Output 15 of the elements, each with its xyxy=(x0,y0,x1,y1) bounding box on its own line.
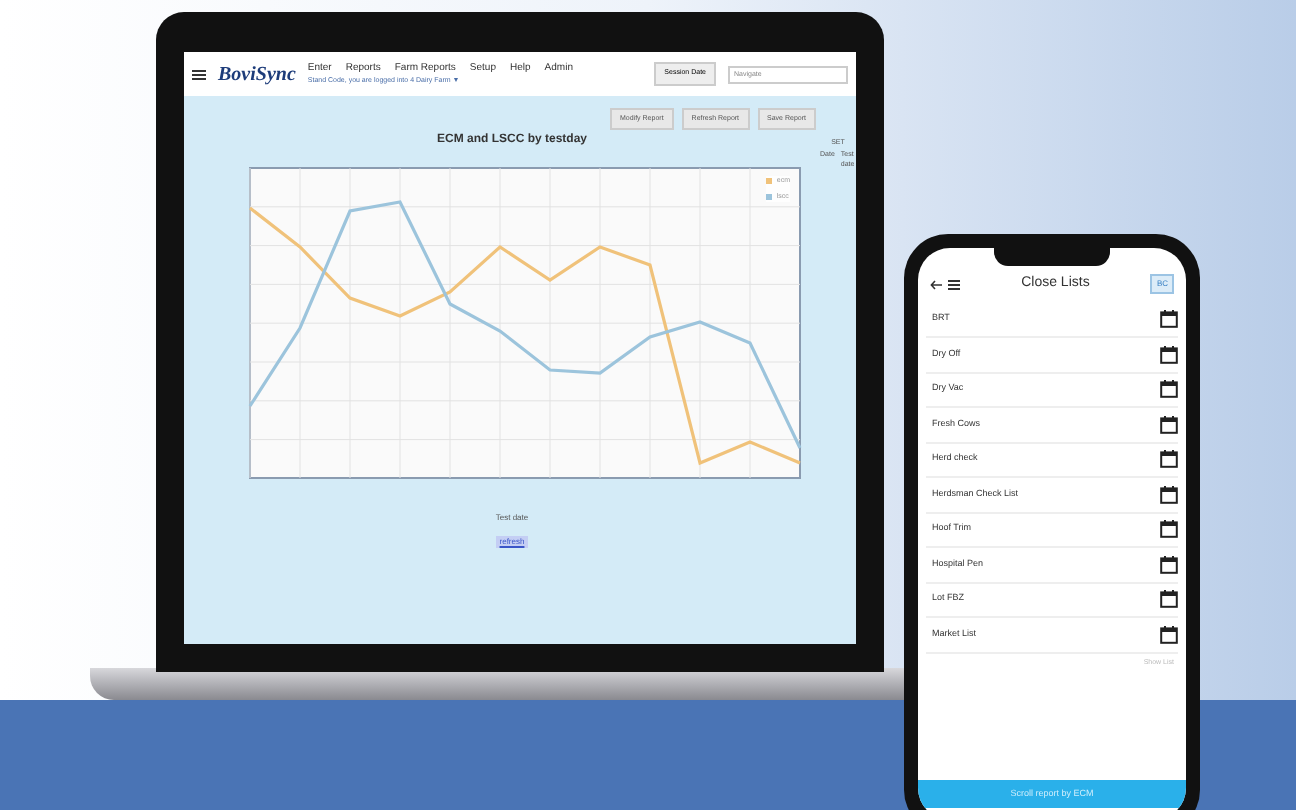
calendar-icon[interactable] xyxy=(1160,450,1178,469)
menu-icon[interactable] xyxy=(192,69,206,79)
calendar-icon[interactable] xyxy=(1160,625,1178,644)
calendar-icon[interactable] xyxy=(1160,415,1178,434)
calendar-icon[interactable] xyxy=(1160,485,1178,504)
calendar-icon[interactable] xyxy=(1160,345,1178,364)
calendar-icon[interactable] xyxy=(1160,310,1178,329)
phone-notch xyxy=(994,248,1110,266)
calendar-icon[interactable] xyxy=(1160,555,1178,574)
calendar-icon[interactable] xyxy=(1160,520,1178,539)
logo: BoviSync xyxy=(218,61,296,89)
back-arrow-icon[interactable] xyxy=(930,279,942,290)
menu-icon[interactable] xyxy=(948,279,960,290)
calendar-icon[interactable] xyxy=(1160,380,1178,399)
calendar-icon[interactable] xyxy=(1160,590,1178,609)
